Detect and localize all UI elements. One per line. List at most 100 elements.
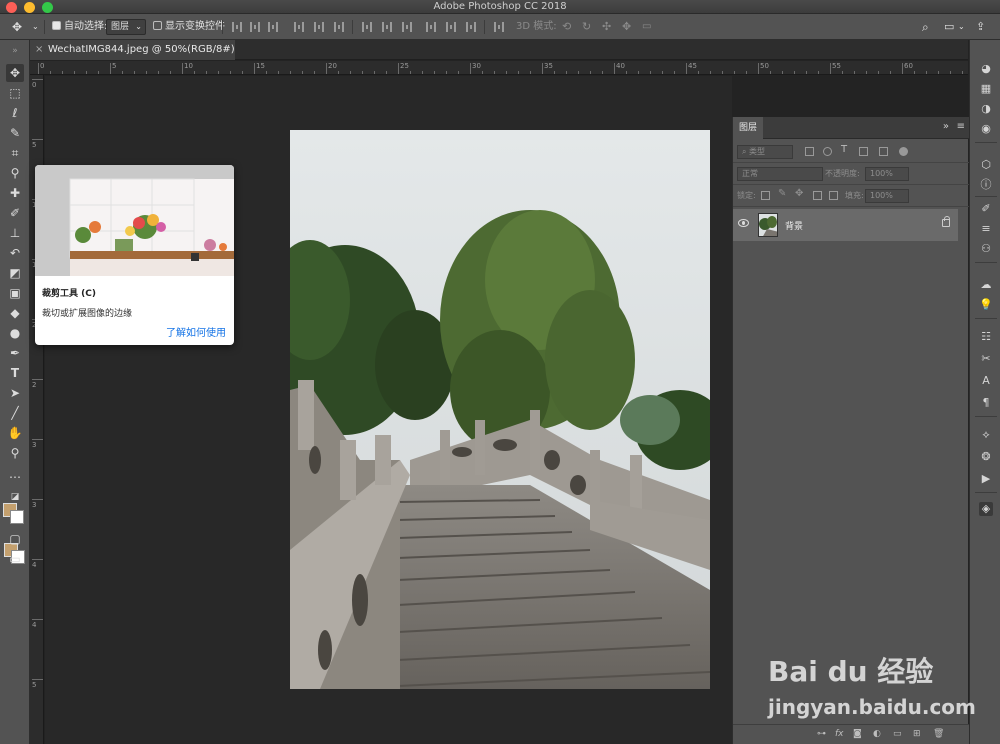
paths-panel-icon[interactable]: ⟡: [979, 428, 993, 442]
3d-slide-icon[interactable]: ✥: [622, 19, 631, 35]
libraries-panel-icon[interactable]: ◉: [979, 122, 993, 136]
collapse-panel-icon[interactable]: »: [943, 121, 949, 132]
auto-select-target-dropdown[interactable]: 图层 ⌄: [106, 19, 146, 35]
learn-panel-icon[interactable]: 💡: [979, 298, 993, 312]
panel-menu-icon[interactable]: ≡: [957, 121, 965, 132]
lasso-tool-icon[interactable]: ℓ: [6, 104, 24, 122]
distribute-left-icon[interactable]: [426, 22, 436, 32]
3d-panel-icon[interactable]: ⬡: [979, 158, 993, 172]
filter-pixel-icon[interactable]: [805, 147, 814, 156]
brush-tool-icon[interactable]: ✐: [6, 204, 24, 222]
align-right-icon[interactable]: [334, 22, 344, 32]
clone-stamp-tool-icon[interactable]: ⊥: [6, 224, 24, 242]
gradient-tool-icon[interactable]: ▣: [6, 284, 24, 302]
lock-image-icon[interactable]: ✎: [778, 188, 786, 199]
3d-orbit-icon[interactable]: ⟲: [562, 19, 571, 35]
trash-icon[interactable]: 🗑: [933, 729, 944, 739]
filter-smart-object-icon[interactable]: [879, 147, 888, 156]
chevron-down-icon[interactable]: ⌄: [958, 19, 965, 35]
properties-panel-icon[interactable]: ☷: [979, 330, 993, 344]
3d-roll-icon[interactable]: ↻: [582, 19, 591, 35]
move-tool-preset-icon[interactable]: ✥: [12, 19, 22, 35]
show-transform-checkbox[interactable]: 显示变换控件: [153, 19, 225, 35]
rectangular-marquee-tool-icon[interactable]: ⬚: [6, 84, 24, 102]
eyedropper-tool-icon[interactable]: ⚲: [6, 164, 24, 182]
auto-select-checkbox[interactable]: 自动选择:: [52, 19, 107, 35]
search-icon[interactable]: ⌕: [922, 19, 929, 35]
pen-tool-icon[interactable]: ✒: [6, 344, 24, 362]
learn-how-link[interactable]: 了解如何使用: [166, 324, 226, 339]
auto-align-layers-icon[interactable]: [494, 22, 504, 32]
type-tool-icon[interactable]: T: [6, 364, 24, 382]
paragraph-panel-icon[interactable]: ¶: [979, 396, 993, 410]
3d-scale-icon[interactable]: ▭: [642, 19, 651, 35]
quick-mask-icon[interactable]: ▢: [6, 530, 24, 548]
close-tab-icon[interactable]: ×: [35, 40, 43, 60]
line-tool-icon[interactable]: ╱: [6, 404, 24, 422]
color-panel-icon[interactable]: ◕: [979, 62, 993, 76]
filter-type-icon[interactable]: T: [841, 144, 847, 155]
swatches-panel-icon[interactable]: ▦: [979, 82, 993, 96]
eye-visibility-icon[interactable]: [738, 219, 749, 227]
align-vertical-center-icon[interactable]: [250, 22, 260, 32]
lock-position-icon[interactable]: ✥: [795, 188, 803, 199]
distribute-right-icon[interactable]: [466, 22, 476, 32]
distribute-horizontal-center-icon[interactable]: [446, 22, 456, 32]
adjustment-layer-icon[interactable]: ◐: [873, 729, 881, 739]
tab-layers[interactable]: 图层: [733, 117, 764, 139]
creative-cloud-icon[interactable]: ☁: [979, 278, 993, 292]
brushes-panel-icon[interactable]: ≡: [979, 222, 993, 236]
lock-artboard-icon[interactable]: [813, 191, 822, 200]
filter-toggle-icon[interactable]: [899, 147, 908, 156]
dodge-tool-icon[interactable]: ●: [6, 324, 24, 342]
more-tools-icon[interactable]: ⋯: [6, 468, 24, 486]
crop-tool-icon[interactable]: ⌗: [6, 144, 24, 162]
add-mask-icon[interactable]: ◙: [853, 729, 862, 739]
layers-panel-icon[interactable]: ◈: [979, 502, 993, 516]
link-layers-icon[interactable]: ⊶: [817, 729, 826, 739]
filter-kind-dropdown[interactable]: ⌕ 类型: [737, 145, 793, 159]
distribute-top-icon[interactable]: [362, 22, 372, 32]
lock-transparent-icon[interactable]: [761, 191, 770, 200]
tools-preset-icon[interactable]: ✂: [979, 352, 993, 366]
move-tool-icon[interactable]: ✥: [6, 64, 24, 82]
3d-drag-icon[interactable]: ✣: [602, 19, 611, 35]
align-left-icon[interactable]: [294, 22, 304, 32]
fill-input[interactable]: 100%: [865, 189, 909, 203]
share-icon[interactable]: ⇪: [976, 19, 985, 35]
align-top-icon[interactable]: [232, 22, 242, 32]
character-panel-icon[interactable]: A: [979, 374, 993, 388]
filter-shape-icon[interactable]: [859, 147, 868, 156]
horizontal-ruler[interactable]: 0 5 10 15 20 25 30 35 40 45 50 55 60: [30, 61, 968, 75]
channels-panel-icon[interactable]: ❂: [979, 450, 993, 464]
document-image[interactable]: [290, 130, 710, 689]
brush-settings-icon[interactable]: ✐: [979, 202, 993, 216]
align-bottom-icon[interactable]: [268, 22, 278, 32]
adjustments-panel-icon[interactable]: ◑: [979, 102, 993, 116]
zoom-tool-icon[interactable]: ⚲: [6, 444, 24, 462]
layer-style-icon[interactable]: fx: [835, 729, 844, 739]
align-horizontal-center-icon[interactable]: [314, 22, 324, 32]
opacity-input[interactable]: 100%: [865, 167, 909, 181]
info-panel-icon[interactable]: ⓘ: [979, 178, 993, 192]
distribute-vertical-center-icon[interactable]: [382, 22, 392, 32]
hand-tool-icon[interactable]: ✋: [6, 424, 24, 442]
lock-all-icon[interactable]: [829, 191, 838, 200]
screen-mode-icon[interactable]: ▭: [6, 550, 24, 568]
history-brush-tool-icon[interactable]: ↶: [6, 244, 24, 262]
healing-brush-tool-icon[interactable]: ✚: [6, 184, 24, 202]
chevron-down-icon[interactable]: ⌄: [32, 19, 39, 35]
blend-mode-dropdown[interactable]: 正常: [737, 167, 823, 181]
collapse-toolbar-icon[interactable]: »: [6, 42, 24, 60]
eraser-tool-icon[interactable]: ◩: [6, 264, 24, 282]
layer-row-background[interactable]: 背景: [733, 209, 958, 241]
quick-selection-tool-icon[interactable]: ✎: [6, 124, 24, 142]
distribute-bottom-icon[interactable]: [402, 22, 412, 32]
clone-source-icon[interactable]: ⚇: [979, 242, 993, 256]
document-tab[interactable]: × WechatIMG844.jpeg @ 50%(RGB/8#): [30, 40, 235, 60]
path-selection-tool-icon[interactable]: ➤: [6, 384, 24, 402]
actions-panel-icon[interactable]: ▶: [979, 472, 993, 486]
blur-tool-icon[interactable]: ◆: [6, 304, 24, 322]
workspace-icon[interactable]: ▭: [944, 19, 954, 35]
filter-adjustment-icon[interactable]: [823, 147, 832, 156]
